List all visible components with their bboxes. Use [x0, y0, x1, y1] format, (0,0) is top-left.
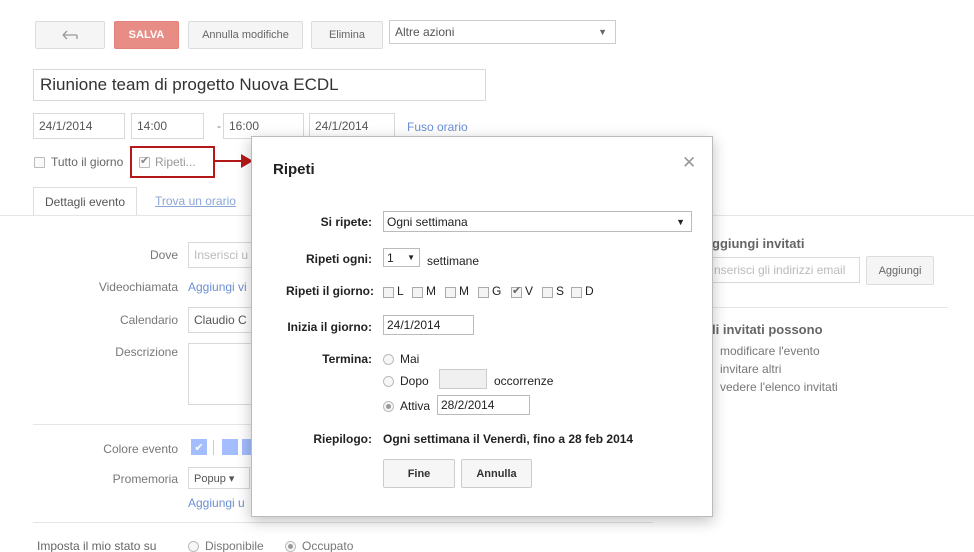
repeat-every-unit: settimane [427, 254, 480, 268]
status-available-label: Disponibile [205, 539, 264, 552]
summary-label: Riepilogo: [313, 432, 372, 446]
day-checkbox-tue[interactable] [412, 287, 423, 298]
guests-invite-label: invitare altri [720, 362, 782, 376]
event-color-swatch-selected[interactable]: ✔ [191, 439, 207, 455]
more-actions-label: Altre azioni [395, 25, 455, 39]
back-arrow-icon [62, 30, 78, 40]
end-after-input[interactable] [439, 369, 487, 389]
calendar-select[interactable]: Claudio C [188, 307, 258, 333]
day-checkbox-sat[interactable] [542, 287, 553, 298]
end-on-label: Attiva [400, 399, 431, 413]
save-button[interactable]: SALVA [114, 21, 179, 49]
guests-see-list-label: vedere l'elenco invitati [720, 380, 838, 394]
close-icon[interactable]: ✕ [682, 153, 696, 173]
day-label: V [525, 284, 534, 298]
check-icon: ✔ [512, 285, 522, 297]
day-label: G [492, 284, 502, 298]
guests-modify-label: modificare l'evento [720, 344, 820, 358]
discard-changes-button[interactable]: Annulla modifiche [188, 21, 303, 49]
done-button[interactable]: Fine [383, 459, 455, 488]
repeat-dialog: Ripeti ✕ Si ripete: Ogni settimana ▼ Rip… [251, 136, 713, 517]
day-checkbox-wed[interactable] [445, 287, 456, 298]
all-day-checkbox[interactable] [34, 157, 45, 168]
start-on-label: Inizia il giorno: [287, 320, 372, 334]
chevron-down-icon: ▼ [598, 27, 607, 37]
timezone-link[interactable]: Fuso orario [407, 120, 468, 134]
description-label: Descrizione [115, 345, 178, 359]
repeats-value: Ogni settimana [387, 214, 468, 229]
chevron-down-icon: ▼ [407, 253, 415, 262]
end-after-label: Dopo [400, 374, 429, 388]
all-day-label: Tutto il giorno [51, 155, 124, 169]
guests-divider [708, 307, 948, 308]
reminder-label: Promemoria [112, 472, 178, 486]
end-after-radio[interactable] [383, 376, 394, 387]
end-never-label: Mai [400, 352, 420, 366]
guests-can-title: li invitati possono [712, 322, 823, 337]
day-checkbox-sun[interactable] [571, 287, 582, 298]
chevron-down-icon: ▼ [676, 216, 685, 227]
end-on-input[interactable]: 28/2/2014 [437, 395, 530, 415]
event-title-input[interactable]: Riunione team di progetto Nuova ECDL [33, 69, 486, 101]
day-checkbox-mon[interactable] [383, 287, 394, 298]
tab-event-details-label: Dettagli evento [44, 194, 126, 209]
ends-label: Termina: [322, 352, 372, 366]
day-checkbox-thu[interactable] [478, 287, 489, 298]
end-after-unit: occorrenze [494, 374, 554, 388]
description-textarea[interactable] [188, 343, 258, 405]
add-guest-button[interactable]: Aggiungi [866, 256, 934, 285]
dialog-title: Ripeti [273, 161, 315, 178]
event-color-swatch[interactable] [222, 439, 238, 455]
end-never-radio[interactable] [383, 354, 394, 365]
repeats-label: Si ripete: [320, 215, 372, 229]
day-label: M [459, 284, 469, 298]
where-label: Dove [149, 248, 178, 262]
calendar-label: Calendario [119, 313, 178, 327]
start-time-input[interactable]: 14:00 [131, 113, 204, 139]
color-divider [213, 440, 214, 455]
repeat-every-label: Ripeti ogni: [306, 252, 372, 266]
day-label: S [556, 284, 565, 298]
time-separator: - [217, 119, 221, 133]
event-title-text: Riunione team di progetto Nuova ECDL [40, 75, 339, 94]
check-icon: ✔ [194, 441, 204, 454]
repeat-every-value: 1 [387, 250, 394, 265]
status-label: Imposta il mio stato su [37, 539, 157, 552]
day-checkbox-fri[interactable]: ✔ [511, 285, 522, 298]
guest-email-input[interactable]: nserisci gli indirizzi email [708, 257, 860, 283]
day-label: M [426, 284, 436, 298]
repeat-on-label: Ripeti il giorno: [286, 284, 374, 298]
back-button[interactable] [35, 21, 105, 49]
tab-find-time[interactable]: Trova un orario [155, 194, 236, 208]
status-busy-label: Occupato [302, 539, 354, 552]
day-label: D [585, 284, 594, 298]
status-busy-radio[interactable] [285, 541, 296, 552]
add-video-call-link[interactable]: Aggiungi vi [188, 280, 247, 294]
summary-value: Ogni settimana il Venerdì, fino a 28 feb… [383, 432, 634, 446]
more-actions-select[interactable]: Altre azioni ▼ [389, 20, 616, 44]
repeat-highlight-box [130, 146, 215, 178]
add-guests-title: ggiungi invitati [712, 236, 805, 251]
start-date-input[interactable]: 24/1/2014 [33, 113, 125, 139]
reminder-select[interactable]: Popup ▾ [188, 467, 250, 489]
add-reminder-link[interactable]: Aggiungi u [188, 496, 245, 510]
status-available-radio[interactable] [188, 541, 199, 552]
day-label: L [397, 284, 404, 298]
callout-arrow-icon [215, 154, 253, 168]
video-call-label: Videochiamata [98, 280, 178, 294]
end-on-radio[interactable] [383, 401, 394, 412]
delete-button[interactable]: Elimina [311, 21, 383, 49]
repeat-every-select[interactable]: 1 ▼ [383, 248, 420, 267]
status-divider [33, 522, 653, 523]
start-on-input[interactable]: 24/1/2014 [383, 315, 474, 335]
repeats-select[interactable]: Ogni settimana ▼ [383, 211, 692, 232]
where-input[interactable]: Inserisci u [188, 242, 258, 268]
event-color-label: Colore evento [103, 442, 178, 456]
cancel-button[interactable]: Annulla [461, 459, 532, 488]
tab-event-details[interactable]: Dettagli evento [33, 187, 137, 216]
